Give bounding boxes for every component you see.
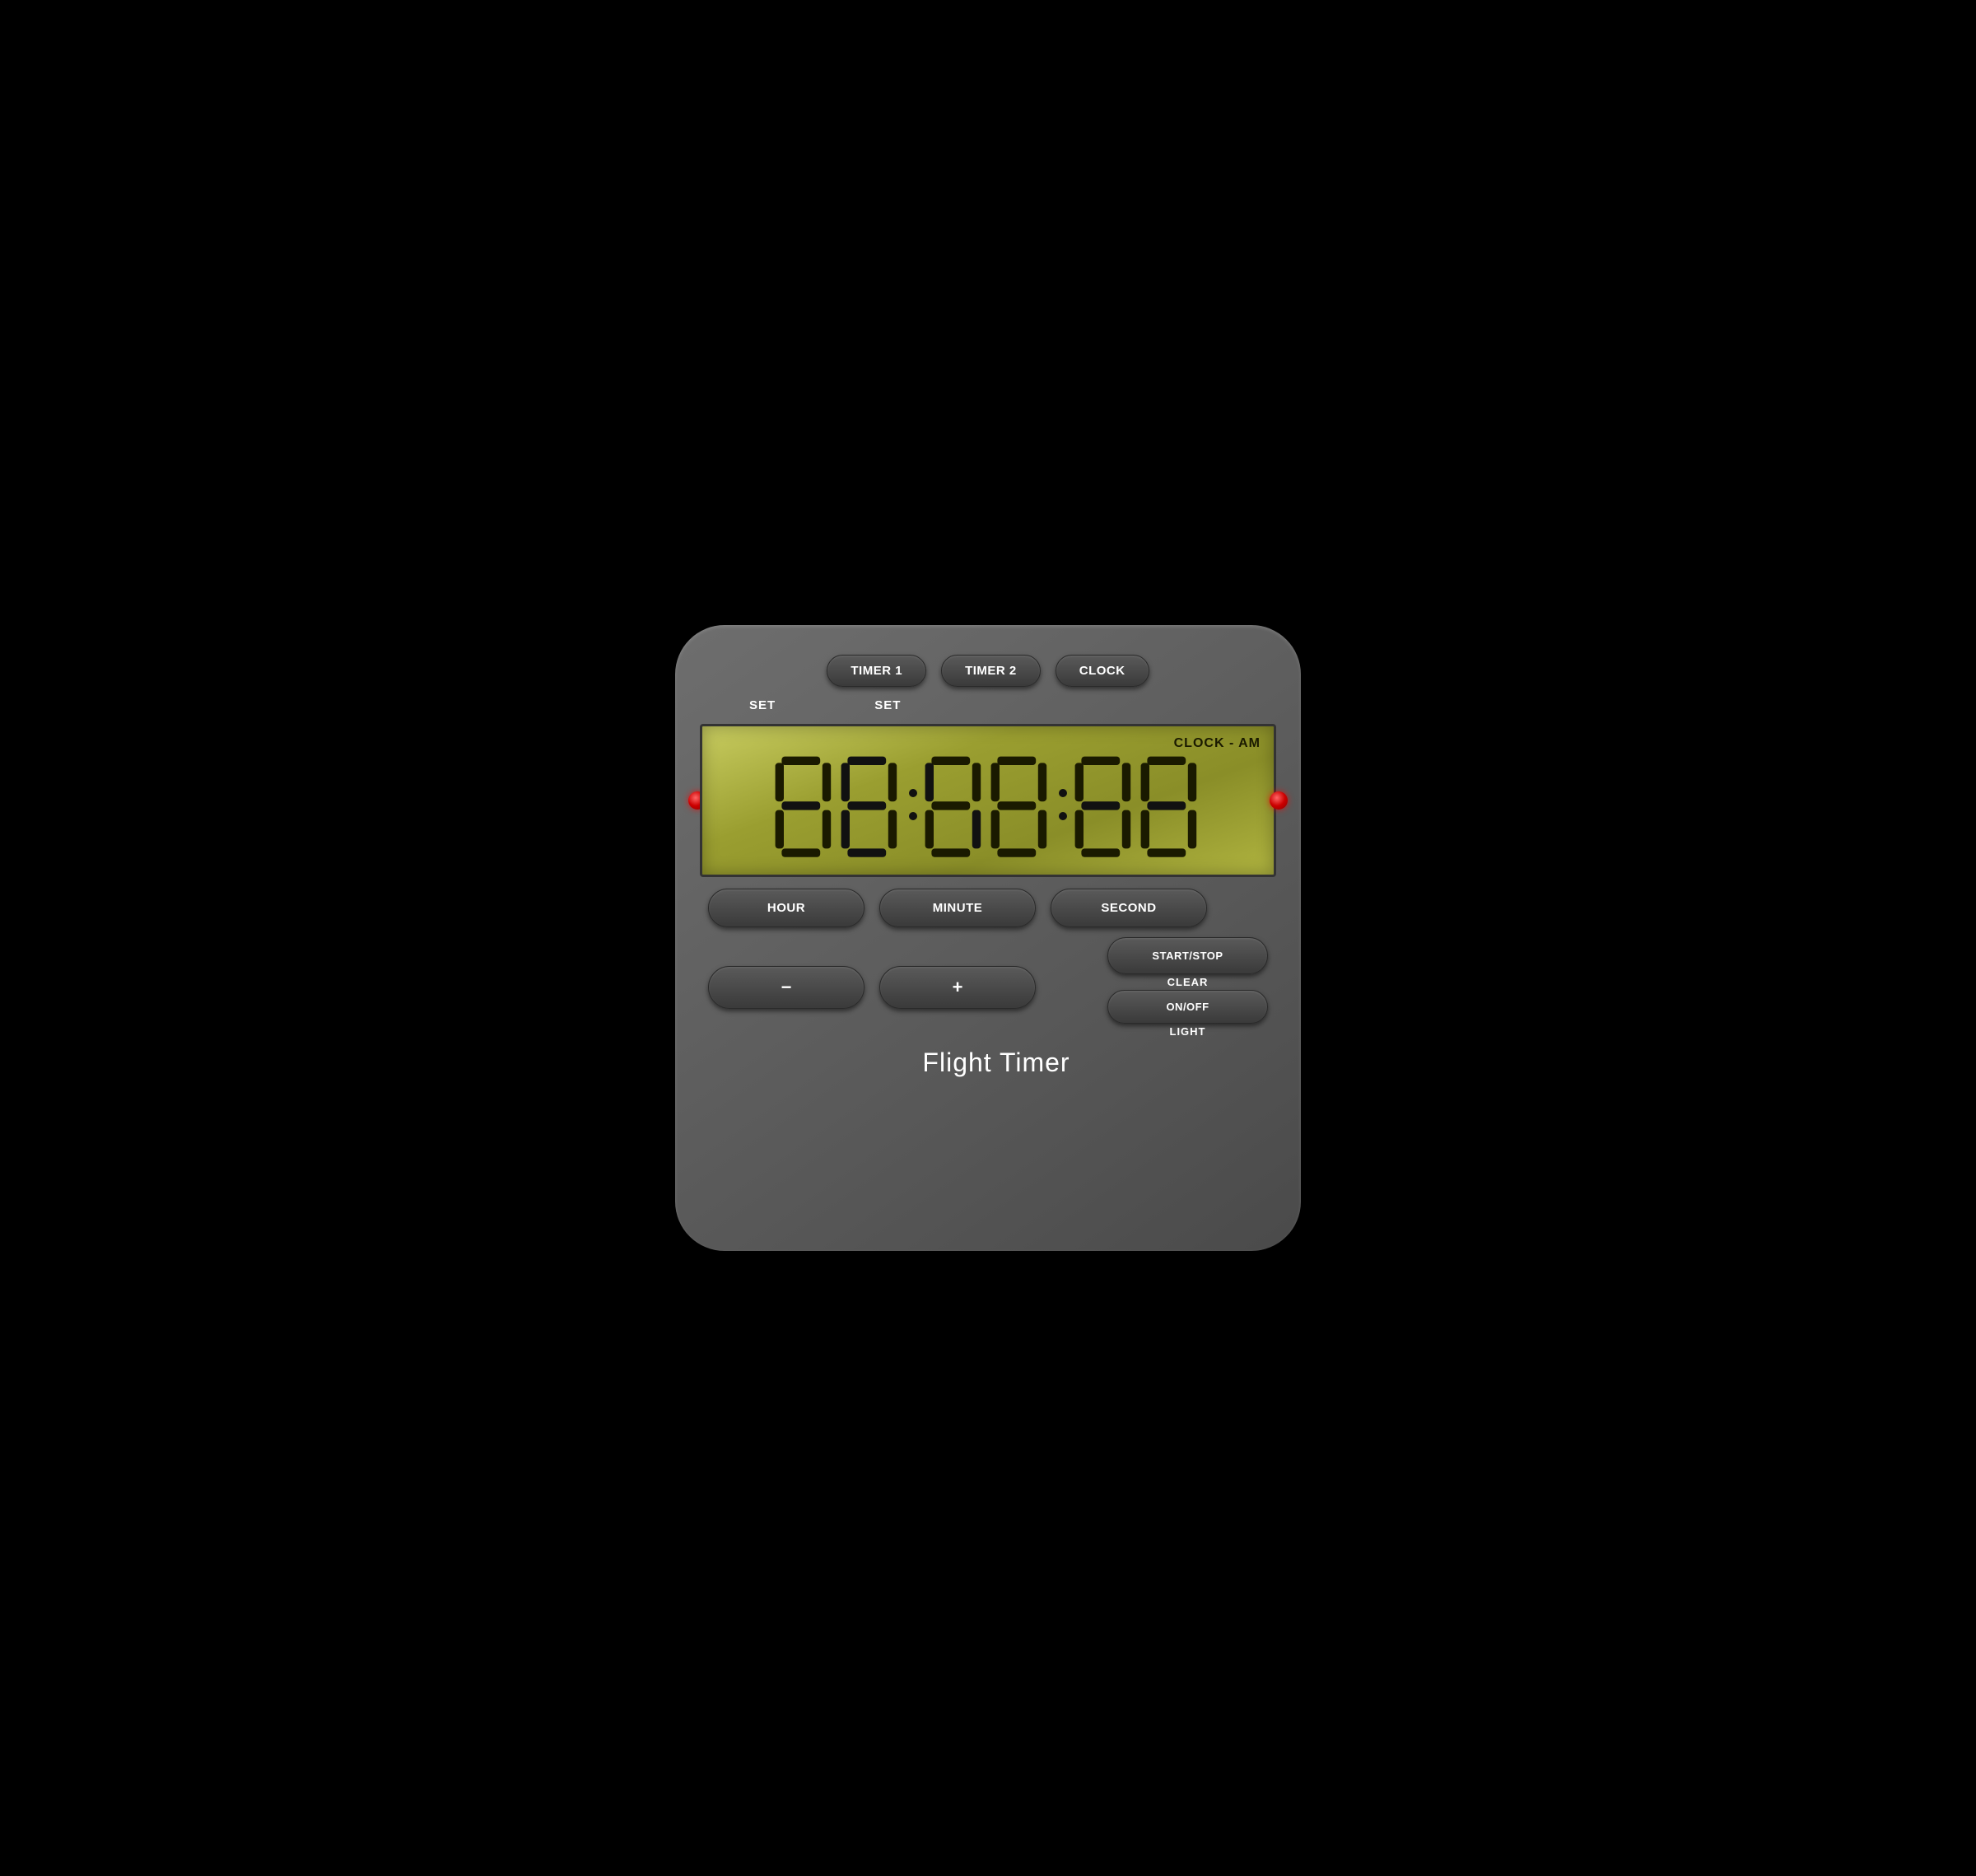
clock-button[interactable]: CLOCK — [1056, 655, 1149, 687]
display-wrapper: CLOCK - AM — [700, 724, 1276, 877]
timer1-button[interactable]: TIMER 1 — [827, 655, 926, 687]
timer2-button[interactable]: TIMER 2 — [941, 655, 1041, 687]
on-off-button[interactable]: ON/OFF — [1107, 990, 1268, 1024]
plus-button[interactable]: + — [879, 966, 1036, 1009]
colon-2 — [1054, 789, 1072, 820]
brand-label: Flight Timer — [708, 1048, 1268, 1078]
time-display — [715, 754, 1261, 861]
top-button-row: TIMER 1 TIMER 2 CLOCK — [827, 655, 1149, 687]
digit-1 — [838, 754, 904, 861]
flight-timer-device: TIMER 1 TIMER 2 CLOCK SET SET CLOCK - AM — [675, 625, 1301, 1251]
control-row: − + START/STOP CLEAR ON/OFF LIGHT — [708, 937, 1268, 1038]
light-label: LIGHT — [1170, 1025, 1206, 1038]
digit-sec-tens — [1072, 754, 1138, 861]
adjustment-button-row: HOUR MINUTE SECOND — [708, 889, 1268, 927]
set-labels-row: SET SET — [700, 698, 1276, 712]
led-right — [1270, 791, 1288, 810]
second-button[interactable]: SECOND — [1051, 889, 1207, 927]
digit-2 — [922, 754, 988, 861]
right-control-stack: START/STOP CLEAR ON/OFF LIGHT — [1107, 937, 1268, 1038]
start-stop-button[interactable]: START/STOP — [1107, 937, 1268, 974]
minute-button[interactable]: MINUTE — [879, 889, 1036, 927]
minus-button[interactable]: − — [708, 966, 864, 1009]
bottom-section: HOUR MINUTE SECOND − + START/STOP CLEAR … — [700, 889, 1276, 1078]
hour-button[interactable]: HOUR — [708, 889, 864, 927]
mode-label: CLOCK - AM — [715, 736, 1261, 751]
digit-8 — [988, 754, 1054, 861]
clear-label: CLEAR — [1167, 976, 1209, 988]
lcd-display: CLOCK - AM — [700, 724, 1276, 877]
pm-buttons: − + — [708, 966, 1036, 1009]
digit-sec-units — [1138, 754, 1204, 861]
timer2-set-label: SET — [874, 698, 901, 712]
colon-1 — [904, 789, 922, 820]
digit-0 — [772, 754, 838, 861]
timer1-set-label: SET — [749, 698, 776, 712]
brand-row: Flight Timer — [708, 1048, 1268, 1078]
